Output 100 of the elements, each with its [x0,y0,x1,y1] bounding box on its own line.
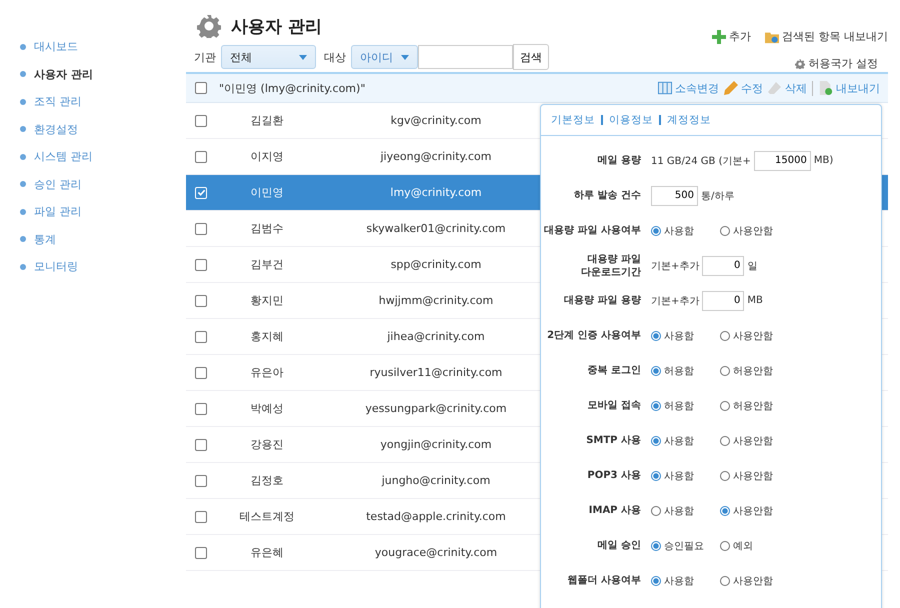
radio-button[interactable] [720,366,730,376]
radio-label[interactable]: 사용안함 [733,328,773,342]
radio-button[interactable] [651,366,661,376]
bullet-icon [20,264,26,270]
radio-label[interactable]: 사용함 [664,224,694,238]
document-icon [819,81,833,95]
checkbox[interactable] [195,438,207,450]
radio-button[interactable] [651,506,661,516]
radio-button[interactable] [651,540,661,550]
bullet-icon [20,181,26,188]
checkbox[interactable] [195,150,207,162]
table-cell-text: hwjjmm@crinity.com [378,294,494,307]
radio-button[interactable] [651,576,661,586]
radio-label[interactable]: 허용안함 [733,364,773,378]
field-label: 하루 발송 건수 [573,189,642,202]
radio-label[interactable]: 사용함 [664,504,694,518]
radio-button[interactable] [651,226,661,236]
radio-button[interactable] [720,506,730,516]
folder-icon [765,30,779,44]
country-setting-link[interactable]: 허용국가 설정 [794,43,878,71]
radio-label[interactable]: 사용안함 [733,224,773,238]
table-cell-text: testad@apple.crinity.com [365,510,507,523]
field-label: POP3 사용 [586,469,642,482]
field-text: MB [747,295,763,306]
radio-label[interactable]: 사용안함 [733,434,773,448]
table-cell-text: 유은혜 [250,545,284,560]
checkbox[interactable] [195,258,207,270]
checkbox[interactable] [195,82,207,94]
radio-button[interactable] [651,330,661,340]
table-cell-text: ryusilver11@crinity.com [368,366,504,379]
sidebar-item[interactable]: 시스템 관리 [34,149,92,164]
sidebar-item[interactable]: 사용자 관리 [34,66,93,82]
radio-button[interactable] [720,400,730,410]
panel-tab[interactable]: 이용정보 [601,115,653,125]
checkbox[interactable] [195,366,207,378]
panel-tab[interactable]: 기본정보 [551,113,595,127]
radio-label[interactable]: 허용함 [664,398,694,412]
input-field[interactable]: 500 [651,186,698,206]
columns-icon [658,81,672,95]
organization-select[interactable]: 전체 [221,45,316,69]
radio-label[interactable]: 사용함 [664,328,694,342]
radio-label[interactable]: 사용안함 [733,574,773,588]
radio-label[interactable]: 허용함 [664,364,694,378]
panel-tab[interactable]: 계정정보 [659,115,711,125]
sidebar-item[interactable]: 조직 관리 [34,94,82,110]
input-field[interactable]: 0 [702,256,744,276]
radio-button[interactable] [651,436,661,446]
input-field[interactable]: 0 [702,290,744,310]
field-label: 메일 용량 [596,154,642,167]
field-label: 중복 로그인 [586,364,642,377]
input-field[interactable]: 15000 [754,150,811,170]
radio-button[interactable] [720,330,730,340]
radio-label[interactable]: 사용함 [664,434,694,448]
radio-label[interactable]: 허용안함 [733,398,773,412]
table-cell-text: 유은아 [250,365,284,380]
sidebar-item[interactable]: 대시보드 [34,39,78,54]
action-link[interactable]: 검색된 항목 내보내기 [782,29,888,44]
bullet-icon [20,236,26,242]
table-cell-text: 테스트계정 [238,509,296,524]
radio-label[interactable]: 승인필요 [664,538,704,552]
checkbox[interactable] [195,222,207,234]
checkbox[interactable] [195,474,207,486]
sidebar-item[interactable]: 파일 관리 [34,204,82,220]
sidebar-item[interactable]: 환경설정 [34,122,78,137]
table-cell-text: 이민영 [250,185,284,200]
table-cell-text: skywalker01@crinity.com [365,222,507,235]
checkbox[interactable] [195,402,207,414]
table-cell-text: jungho@crinity.com [380,474,492,487]
checkbox[interactable] [195,546,207,558]
radio-button[interactable] [651,470,661,480]
sidebar-item[interactable]: 승인 관리 [34,176,82,192]
radio-button[interactable] [720,226,730,236]
checkbox[interactable] [195,114,207,126]
target-select[interactable]: 아이디 [351,45,418,69]
sidebar-item[interactable]: 모니터링 [34,259,78,274]
radio-label[interactable]: 사용함 [664,574,694,588]
sidebar-item[interactable]: 통계 [34,232,56,247]
checkbox[interactable] [195,510,207,522]
table-cell-text: spp@crinity.com [390,258,482,271]
field-label: SMTP 사용 [585,434,642,447]
action-link[interactable]: 추가 [729,29,751,44]
field-text: 기본+추가 [651,260,700,272]
radio-label[interactable]: 사용함 [664,468,694,482]
radio-button[interactable] [720,436,730,446]
radio-label[interactable]: 사용안함 [733,504,773,518]
gear-icon [794,58,804,68]
radio-button[interactable] [720,576,730,586]
checkbox[interactable] [195,330,207,342]
country-setting-label[interactable]: 허용국가 설정 [808,56,878,71]
table-cell-text: yougrace@crinity.com [374,546,498,559]
field-text: MB) [814,155,834,166]
checkbox[interactable] [195,294,207,306]
search-button[interactable]: 검색 [513,44,549,70]
search-field[interactable] [418,45,513,69]
radio-label[interactable]: 사용안함 [733,468,773,482]
radio-label[interactable]: 예외 [733,538,753,552]
pencil-icon [724,81,738,95]
radio-button[interactable] [720,540,730,550]
radio-button[interactable] [651,400,661,410]
radio-button[interactable] [720,470,730,480]
